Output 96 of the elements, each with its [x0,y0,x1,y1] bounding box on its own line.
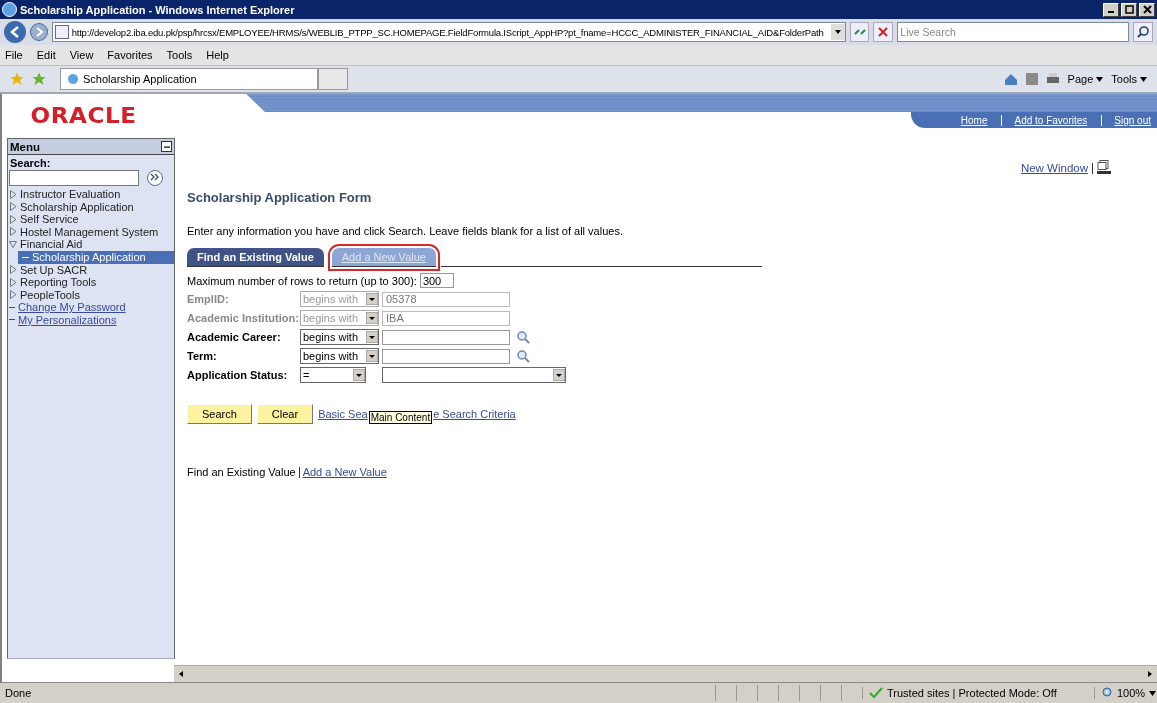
back-button[interactable] [4,21,26,43]
field-label: Academic Institution: [187,312,300,324]
menu-link[interactable]: My Personalizations [18,313,117,326]
double-chevron-icon [150,173,160,181]
menu-folder[interactable]: Scholarship Application [8,200,174,213]
menu-item[interactable]: Edit [36,49,56,61]
minimize-button[interactable] [1103,2,1119,17]
zoom-icon[interactable] [1101,687,1113,699]
stop-icon [877,26,890,38]
menu-folder[interactable]: Set Up SACR [8,263,174,276]
star-icon[interactable] [10,72,24,86]
header-link[interactable]: Home [960,114,988,126]
security-zone: Trusted sites | Protected Mode: Off [887,687,1057,699]
header-link[interactable]: Add to Favorites [1001,114,1088,126]
dash-icon [9,318,15,322]
basic-search-link[interactable]: Basic Sea [318,408,368,420]
menu-item[interactable]: File [5,49,23,61]
menu-folder[interactable]: Reporting Tools [8,276,174,289]
tooltip: Main Content [368,410,433,424]
feed-icon[interactable] [1025,73,1038,85]
horizontal-scrollbar[interactable] [174,665,1157,682]
command-menu[interactable]: Page [1067,73,1094,85]
menu-item[interactable]: Favorites [107,49,153,61]
header-link[interactable]: Sign out [1101,114,1151,126]
menu-folder[interactable]: Hostel Management System [8,225,174,238]
caret-icon[interactable] [1149,690,1157,696]
maximize-icon [1124,5,1134,14]
footer-text: Find an Existing Value [187,466,296,478]
caret-icon [1096,76,1104,82]
page-icon [54,25,69,39]
printer-icon[interactable] [1045,73,1060,85]
action-button[interactable]: Clear [256,404,314,424]
dash-icon [9,305,15,309]
footer-link[interactable]: Add a New Value [302,466,387,478]
page-title: Scholarship Application Form [187,190,373,205]
globe-icon [2,2,17,17]
zoom-level[interactable]: 100% [1117,687,1146,699]
action-button[interactable]: Search [187,404,252,424]
stop-button[interactable] [873,22,894,42]
menu-item[interactable]: Tools [166,49,193,61]
operator-dropdown[interactable]: begins with [300,348,379,364]
go-button[interactable] [147,170,163,186]
field-label: Application Status: [187,369,289,381]
close-icon [1142,5,1152,14]
search-icon [1136,25,1151,39]
max-rows-field[interactable]: 300 [419,273,454,288]
instructions-text: Enter any information you have and click Search. Leave fields blank for a list of all values. [187,225,624,237]
address-field[interactable]: http://develop2.iba.edu.pk/psp/hrcsx/EMPLOYEE/HRMS/s/WEBLIB_PTPP_SC.HOMEPAGE.FieldFormula.IScript_AppHP?pt_fname=HCCC_ADMINISTER_FINANCIAL_AID&FolderPath [51,22,846,42]
dropdown-arrow-icon [553,369,565,381]
new-window-icon[interactable] [1097,160,1111,176]
menu-search-field[interactable] [9,170,139,186]
browser-tab[interactable]: Scholarship Application [60,68,318,90]
status-text: Done [4,687,33,699]
dropdown-arrow-icon [366,312,378,324]
dropdown-arrow-icon [353,369,365,381]
collapse-button[interactable] [161,141,172,152]
search-icon[interactable] [516,349,530,363]
dash-icon [22,255,29,259]
close-button[interactable] [1139,2,1155,17]
caret-icon [1140,76,1147,82]
search-label: Search: [9,156,52,169]
field-label: Academic Career: [187,331,282,343]
operator-dropdown[interactable]: = [300,367,366,383]
new-window-link[interactable]: New Window [1020,162,1088,174]
window-title: Scholarship Application - Windows Internet Explorer [20,3,296,16]
tab[interactable]: Find an Existing Value [187,248,324,267]
menu-item[interactable]: Help [206,49,229,61]
check-icon [869,687,883,699]
menu-folder[interactable]: Instructor Evaluation [8,188,174,201]
maximize-button[interactable] [1121,2,1137,17]
field-label: EmplID: [187,293,230,305]
max-rows-label: Maximum number of rows to return (up to 300): [187,274,417,287]
operator-dropdown[interactable]: begins with [300,329,379,345]
search-icon[interactable] [516,330,530,344]
menu-item[interactable]: Scholarship Application [18,250,174,264]
menu-item[interactable]: View [69,49,94,61]
menu-folder[interactable]: PeopleTools [8,288,174,301]
value-field[interactable] [382,348,510,364]
menu-link[interactable]: Change My Password [18,301,126,314]
field-label: Term: [187,350,218,362]
menu-title: Menu [10,140,41,153]
dropdown-arrow-icon [366,293,378,305]
home-icon[interactable] [1003,72,1018,86]
search-button[interactable] [1133,22,1153,42]
command-menu[interactable]: Tools [1111,73,1137,85]
value-field[interactable] [382,329,510,345]
logo: ORACLE [29,103,138,130]
dropdown-arrow-icon [366,350,378,362]
status-dropdown[interactable] [382,367,566,383]
menu-folder[interactable]: Financial Aid [8,238,174,251]
refresh-button[interactable] [849,22,870,42]
search-field[interactable]: Live Search [897,22,1130,42]
forward-button[interactable] [29,23,48,41]
menu-folder[interactable]: Self Service [8,213,174,226]
dropdown-arrow-icon [366,331,378,343]
save-search-link[interactable]: e Search Criteria [433,408,516,420]
